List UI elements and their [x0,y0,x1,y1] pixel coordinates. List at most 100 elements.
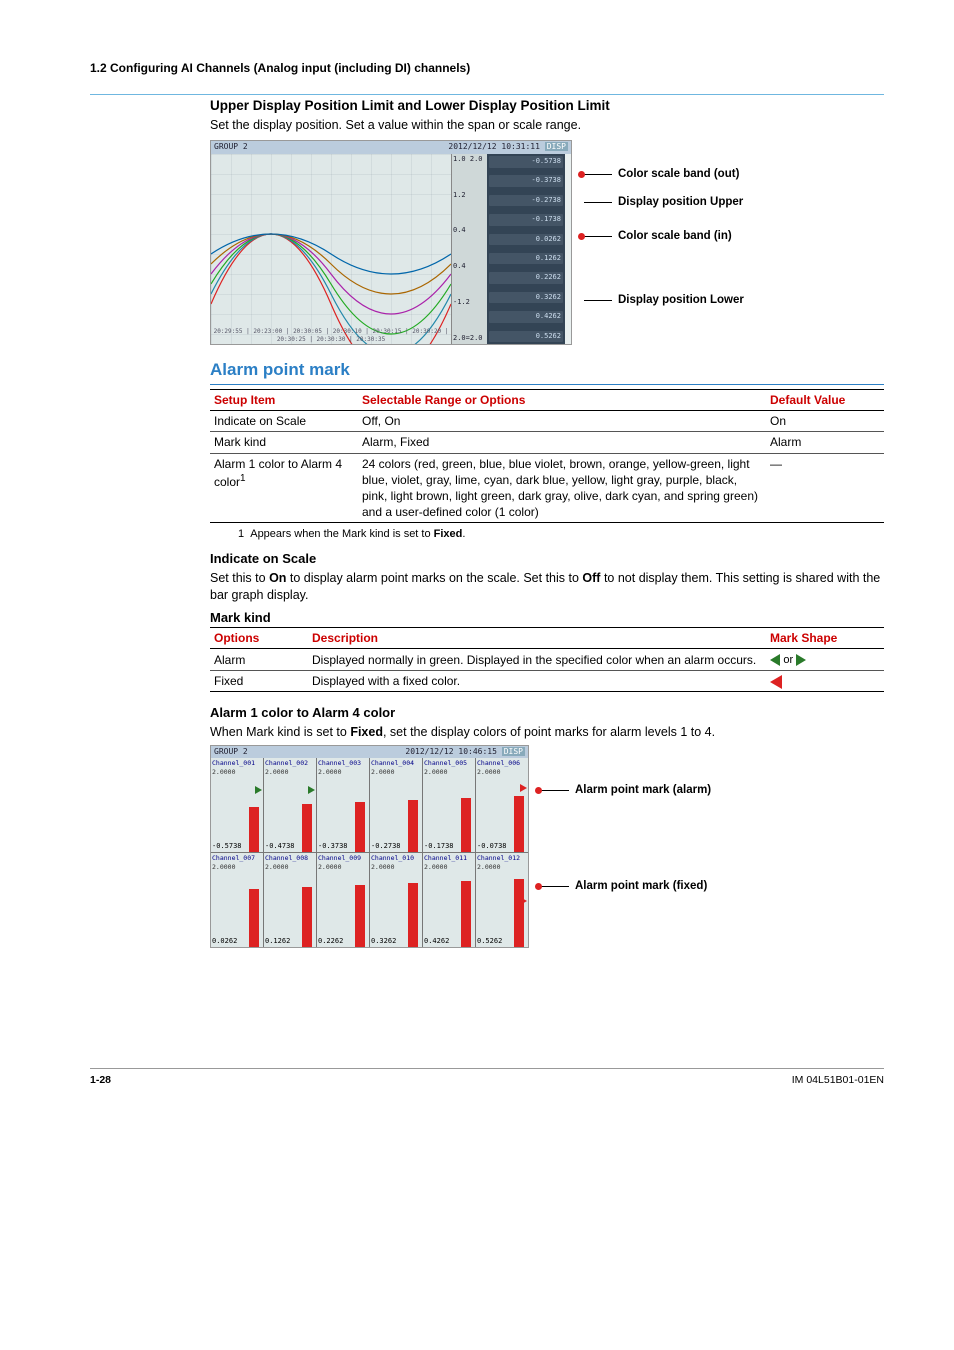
page-number: 1-28 [90,1073,111,1087]
digital-value: 0.4262 [489,311,563,322]
mk-r2-desc: Displayed with a fixed color. [308,671,766,692]
channel-label: Channel_011 [424,854,474,863]
callout-fixed-mark: Alarm point mark (fixed) [575,879,707,895]
heading-alarm-color: Alarm 1 color to Alarm 4 color [210,704,884,722]
row2-opts: Alarm, Fixed [358,432,766,453]
col-setup-item: Setup Item [210,390,358,411]
channel-label: Channel_012 [477,854,527,863]
right-scale: 1.0 2.0 1.2 0.4 0.4 -1.2 2.0=2.0 [451,154,487,344]
doc-id: IM 04L51B01-01EN [792,1073,884,1087]
callout-in: Color scale band (in) [618,229,732,245]
row1-def: On [766,411,884,432]
trend-plot: 20:29:55 | 20:23:00 | 20:30:05 | 20:30:1… [211,154,451,344]
channel-top: 2.0000 [318,863,368,872]
mk-r1-shape: or [766,649,884,671]
col-default: Default Value [766,390,884,411]
bar-cell: Channel_0072.00000.0262 [211,853,263,947]
row3-item-text: Alarm 1 color to Alarm 4 color [214,457,342,489]
channel-top: 2.0000 [424,768,474,777]
alarm-mark-icon [308,786,315,794]
figure-trend: GROUP 2 2012/12/12 10:31:11 DISP 20:29:5… [210,140,884,345]
settings-table: Setup Item Selectable Range or Options D… [210,389,884,523]
bar-cell: Channel_0052.0000-0.1738 [423,758,475,852]
row1-item: Indicate on Scale [210,411,358,432]
channel-label: Channel_002 [265,759,315,768]
bar-fill [461,798,471,852]
settings-footnote: 1 Appears when the Mark kind is set to F… [238,527,884,542]
bar-cell: Channel_0032.0000-0.3738 [317,758,369,852]
channel-top: 2.0000 [318,768,368,777]
channel-top: 2.0000 [424,863,474,872]
bar-fill [302,804,312,852]
fig2-datetime: 2012/12/12 10:46:15 [405,747,497,756]
alarm-mark-icon [520,897,527,905]
channel-label: Channel_005 [424,759,474,768]
mk-r1-desc: Displayed normally in green. Displayed i… [308,649,766,671]
channel-label: Channel_004 [371,759,421,768]
heading-upper-lower-limit: Upper Display Position Limit and Lower D… [210,97,884,115]
scale-tick: 0.4 [453,226,486,235]
channel-top: 2.0000 [265,768,315,777]
callout-out: Color scale band (out) [618,167,739,183]
digital-value: -0.1738 [489,214,563,225]
upper-lower-desc: Set the display position. Set a value wi… [210,117,884,134]
digital-value: 0.2262 [489,272,563,283]
mk-col-desc: Description [308,628,766,649]
fig2-group: GROUP 2 [214,747,248,758]
scale-tick: 0.4 [453,262,486,271]
bar-fill [408,800,418,852]
channel-top: 2.0000 [477,768,527,777]
bar-cell: Channel_0022.0000-0.4738 [264,758,316,852]
mk-r2-shape [766,671,884,692]
disp-badge: DISP [545,142,568,151]
section-rule [90,94,884,95]
bar-fill [408,883,418,947]
time-axis: 20:29:55 | 20:23:00 | 20:30:05 | 20:30:1… [211,328,451,344]
digital-value: 0.0262 [489,234,563,245]
bar-fill [461,881,471,947]
channel-label: Channel_008 [265,854,315,863]
callout-lower: Display position Lower [618,293,744,309]
alarm-color-desc: When Mark kind is set to Fixed, set the … [210,724,884,741]
channel-top: 2.0000 [265,863,315,872]
digital-value: -0.5738 [489,156,563,167]
bold-off: Off [582,571,600,585]
mk-col-options: Options [210,628,308,649]
bar-cell: Channel_0082.00000.1262 [264,853,316,947]
channel-top: 2.0000 [371,863,421,872]
fig2-callouts: Alarm point mark (alarm) Alarm point mar… [541,745,711,899]
row3-sup: 1 [240,473,246,484]
bar-grid: Channel_0012.0000-0.5738Channel_0022.000… [211,758,528,947]
fig1-callouts: Color scale band (out) Display position … [584,140,744,312]
breadcrumb: 1.2 Configuring AI Channels (Analog inpu… [90,60,884,76]
channel-label: Channel_010 [371,854,421,863]
fig1-group: GROUP 2 [214,142,248,153]
digital-value: -0.3738 [489,175,563,186]
page-footer: 1-28 IM 04L51B01-01EN [90,1068,884,1087]
row3-item: Alarm 1 color to Alarm 4 color1 [210,453,358,523]
bold-fixed: Fixed [434,528,463,540]
disp-badge2: DISP [502,747,525,756]
bar-fill [355,885,365,947]
callout-alarm-mark: Alarm point mark (alarm) [575,783,711,799]
mk-r2-opt: Fixed [210,671,308,692]
fig1-datetime: 2012/12/12 10:31:11 [448,142,540,151]
channel-label: Channel_001 [212,759,262,768]
heading-indicate-on-scale: Indicate on Scale [210,550,884,568]
bar-fill [514,796,524,852]
bar-cell: Channel_0102.00000.3262 [370,853,422,947]
alarm-mark-icon [520,784,527,792]
row2-item: Mark kind [210,432,358,453]
digital-value: 0.1262 [489,253,563,264]
figure-bars: GROUP 2 2012/12/12 10:46:15 DISP Channel… [210,745,884,949]
channel-top: 2.0000 [212,768,262,777]
bar-cell: Channel_0092.00000.2262 [317,853,369,947]
bold-on: On [269,571,286,585]
channel-label: Channel_007 [212,854,262,863]
digital-value: -0.2738 [489,195,563,206]
heading-mark-kind: Mark kind [210,609,884,627]
row1-opts: Off, On [358,411,766,432]
bar-cell: Channel_0012.0000-0.5738 [211,758,263,852]
digital-value: 0.3262 [489,292,563,303]
bar-fill [514,879,524,947]
